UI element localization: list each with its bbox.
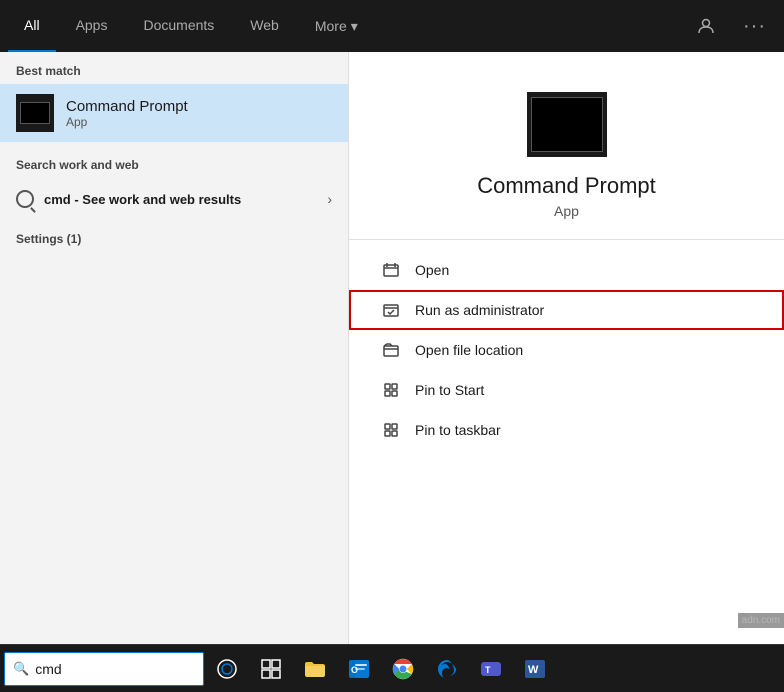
best-match-title: Command Prompt <box>66 98 188 115</box>
best-match-item[interactable]: Command Prompt App <box>0 84 348 142</box>
folder-icon <box>302 656 328 682</box>
task-view-icon <box>261 659 281 679</box>
taskbar: 🔍 cmd O <box>0 644 784 692</box>
word-icon: W <box>522 656 548 682</box>
action-file-location[interactable]: Open file location <box>349 330 784 370</box>
watermark: adn.com <box>738 613 784 628</box>
best-match-sub: App <box>66 115 188 129</box>
edge-icon <box>434 656 460 682</box>
left-panel: Best match Command Prompt App Search wor… <box>0 52 348 644</box>
search-web-label: Search work and web <box>0 146 348 178</box>
more-label: More <box>315 18 347 34</box>
web-search-query: cmd <box>44 192 71 207</box>
best-match-label: Best match <box>0 52 348 84</box>
action-open[interactable]: Open <box>349 250 784 290</box>
file-location-label: Open file location <box>415 342 523 358</box>
tab-web[interactable]: Web <box>234 0 295 52</box>
teams-icon: T <box>478 656 504 682</box>
open-label: Open <box>415 262 449 278</box>
tab-apps[interactable]: Apps <box>60 0 124 52</box>
pin-taskbar-label: Pin to taskbar <box>415 422 501 438</box>
tab-all[interactable]: All <box>8 0 56 52</box>
search-web-section: cmd - See work and web results › <box>0 178 348 220</box>
open-icon <box>381 260 401 280</box>
nav-right: ··· <box>687 9 776 44</box>
taskbar-chrome[interactable] <box>382 648 424 690</box>
main-panel: Best match Command Prompt App Search wor… <box>0 52 784 644</box>
pin-start-label: Pin to Start <box>415 382 484 398</box>
action-pin-start[interactable]: Pin to Start <box>349 370 784 410</box>
top-nav: All Apps Documents Web More ▾ ··· <box>0 0 784 52</box>
web-search-desc: - See work and web results <box>71 192 242 207</box>
taskbar-outlook[interactable]: O <box>338 648 380 690</box>
taskbar-teams[interactable]: T <box>470 648 512 690</box>
taskbar-edge[interactable] <box>426 648 468 690</box>
right-detail-top: Command Prompt App <box>349 52 784 240</box>
outlook-icon: O <box>346 656 372 682</box>
ellipsis-icon: ··· <box>743 15 766 38</box>
taskbar-search-icon: 🔍 <box>13 661 29 677</box>
web-search-item[interactable]: cmd - See work and web results › <box>0 182 348 216</box>
svg-text:T: T <box>485 665 491 675</box>
web-search-arrow-icon: › <box>327 191 332 207</box>
taskbar-word[interactable]: W <box>514 648 556 690</box>
ellipsis-icon-btn[interactable]: ··· <box>733 9 776 44</box>
right-panel: Command Prompt App Open <box>348 52 784 644</box>
tab-documents[interactable]: Documents <box>127 0 230 52</box>
chrome-icon <box>390 656 416 682</box>
cmd-app-icon <box>16 94 54 132</box>
detail-app-name: Command Prompt <box>477 173 656 199</box>
web-search-text: cmd - See work and web results <box>44 192 241 207</box>
action-pin-taskbar[interactable]: Pin to taskbar <box>349 410 784 450</box>
account-icon-btn[interactable] <box>687 11 725 41</box>
detail-app-sub: App <box>554 203 579 219</box>
person-icon <box>697 17 715 35</box>
cortana-icon <box>216 658 238 680</box>
cmd-large-icon <box>527 92 607 157</box>
actions-list: Open Run as administrator <box>349 240 784 460</box>
file-location-icon <box>381 340 401 360</box>
tab-more[interactable]: More ▾ <box>299 0 374 52</box>
best-match-text: Command Prompt App <box>66 98 188 129</box>
runas-icon <box>381 300 401 320</box>
pin-taskbar-icon <box>381 420 401 440</box>
cmd-large-icon-inner <box>531 97 603 152</box>
pin-start-icon <box>381 380 401 400</box>
svg-text:W: W <box>528 664 539 676</box>
search-icon <box>16 190 34 208</box>
cmd-app-icon-inner <box>20 102 50 124</box>
taskbar-task-view[interactable] <box>250 648 292 690</box>
runas-label: Run as administrator <box>415 302 544 318</box>
settings-label: Settings (1) <box>0 220 348 252</box>
taskbar-search-text: cmd <box>35 661 61 677</box>
action-runas[interactable]: Run as administrator <box>349 290 784 330</box>
taskbar-file-explorer[interactable] <box>294 648 336 690</box>
taskbar-search-box[interactable]: 🔍 cmd <box>4 652 204 686</box>
taskbar-cortana[interactable] <box>206 648 248 690</box>
more-arrow-icon: ▾ <box>351 18 358 35</box>
